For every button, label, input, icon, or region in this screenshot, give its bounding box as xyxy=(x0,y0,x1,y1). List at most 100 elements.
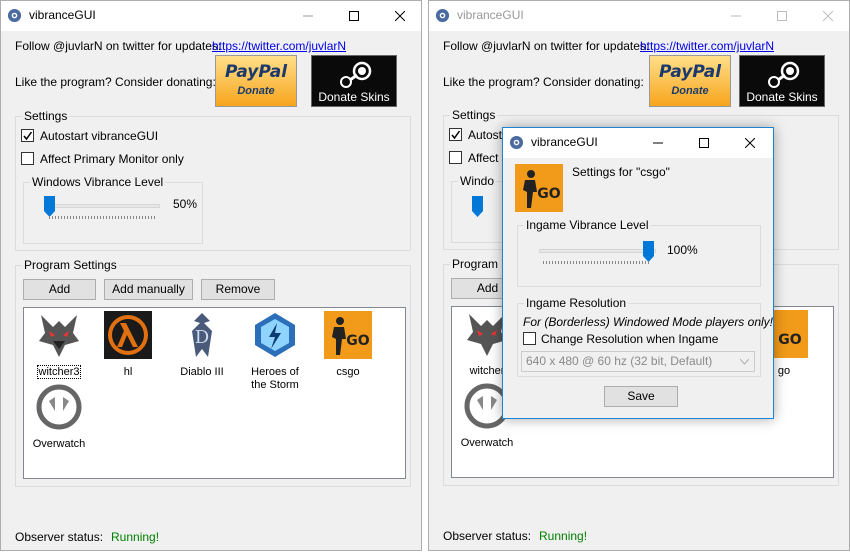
remove-button[interactable]: Remove xyxy=(201,279,275,300)
autostart-checkbox[interactable] xyxy=(449,128,462,141)
twitter-link[interactable]: https://twitter.com/juvlarN xyxy=(640,39,774,53)
csgo-icon: GO xyxy=(324,311,372,359)
add-button[interactable]: Add xyxy=(23,279,96,300)
ingame-vibrance-thumb[interactable] xyxy=(643,241,654,262)
program-name: hl xyxy=(123,366,133,378)
app-gear-icon xyxy=(509,135,524,150)
autostart-label: Autostart vibranceGUI xyxy=(40,129,159,143)
witcher-wolf-icon xyxy=(39,315,79,357)
maximize-button[interactable] xyxy=(331,1,377,31)
follow-text: Follow @juvlarN on twitter for updates: xyxy=(15,39,222,53)
close-button[interactable] xyxy=(377,1,423,31)
ingame-resolution-title: Ingame Resolution xyxy=(524,296,629,310)
maximize-icon xyxy=(699,138,709,148)
vibrance-value: 50% xyxy=(173,197,198,211)
minimize-icon xyxy=(653,142,663,144)
vibrance-slider-track[interactable] xyxy=(47,204,160,208)
maximize-icon xyxy=(349,11,359,21)
check-icon xyxy=(451,130,461,140)
program-list[interactable]: witcher3 hl D Diablo III Heroes of the S… xyxy=(23,307,406,479)
steam-logo-icon xyxy=(340,61,372,88)
donate-text: Like the program? Consider donating: xyxy=(15,75,216,89)
close-button[interactable] xyxy=(727,128,773,158)
settings-group-title: Settings xyxy=(450,108,498,122)
paypal-donate-label: Donate xyxy=(237,85,275,97)
vibrance-slider-thumb[interactable] xyxy=(472,196,483,217)
save-button[interactable]: Save xyxy=(604,386,678,407)
close-icon xyxy=(745,138,755,148)
app-gear-icon xyxy=(7,8,22,23)
svg-text:D: D xyxy=(195,327,209,348)
program-name: witcher3 xyxy=(36,365,82,379)
window-title: vibranceGUI xyxy=(29,8,96,22)
ingame-vibrance-title: Ingame Vibrance Level xyxy=(524,218,651,232)
steam-donate-button[interactable]: Donate Skins xyxy=(311,55,397,107)
main-window-left: vibranceGUI Follow @juvlarN on twitter f… xyxy=(0,0,422,551)
primary-monitor-label: Affect Primary Monitor only xyxy=(40,152,184,166)
vibrance-slider-ticks xyxy=(49,216,157,219)
minimize-button[interactable] xyxy=(635,128,681,158)
settings-group-title: Settings xyxy=(22,109,70,123)
overwatch-icon xyxy=(36,384,82,430)
autostart-checkbox[interactable] xyxy=(21,129,34,142)
minimize-button[interactable] xyxy=(285,1,331,31)
minimize-button[interactable] xyxy=(713,1,759,31)
vibrance-group-title: Windo xyxy=(458,174,497,188)
svg-text:GO: GO xyxy=(778,332,801,348)
list-item-overwatch[interactable]: Overwatch xyxy=(27,383,91,451)
program-name: Overwatch xyxy=(32,438,86,450)
half-life-lambda-icon xyxy=(104,311,152,359)
resolution-selected-value: 640 x 480 @ 60 hz (32 bit, Default) xyxy=(526,354,713,368)
heroes-of-the-storm-icon xyxy=(255,313,295,357)
program-name: Heroes of the Storm xyxy=(251,366,299,391)
ingame-vibrance-track[interactable] xyxy=(539,249,656,253)
primary-monitor-checkbox[interactable] xyxy=(449,151,462,164)
program-name: csgo xyxy=(336,366,360,378)
vibrance-slider-thumb[interactable] xyxy=(44,196,55,217)
observer-status-label: Observer status: xyxy=(443,529,532,543)
list-item-hl[interactable]: hl xyxy=(96,311,160,379)
close-icon xyxy=(395,11,405,21)
steam-donate-button[interactable]: Donate Skins xyxy=(739,55,825,107)
check-icon xyxy=(23,131,33,141)
settings-for-label: Settings for "csgo" xyxy=(572,165,670,179)
program-name: Overwatch xyxy=(460,437,514,449)
follow-text: Follow @juvlarN on twitter for updates: xyxy=(443,39,650,53)
minimize-icon xyxy=(731,15,741,17)
minimize-icon xyxy=(303,15,313,17)
dialog-title-bar[interactable]: vibranceGUI xyxy=(503,128,773,158)
paypal-donate-button[interactable]: PayPal Donate xyxy=(215,55,297,107)
list-item-witcher3[interactable]: witcher3 xyxy=(27,311,91,379)
windowed-mode-note: For (Borderless) Windowed Mode players o… xyxy=(523,315,773,329)
app-gear-icon xyxy=(435,8,450,23)
program-name: Diablo III xyxy=(180,366,224,378)
diablo-iii-icon: D xyxy=(192,313,212,357)
donate-text: Like the program? Consider donating: xyxy=(443,75,644,89)
steam-logo-icon xyxy=(768,61,800,88)
maximize-button[interactable] xyxy=(759,1,805,31)
title-bar[interactable]: vibranceGUI xyxy=(1,1,421,31)
title-bar[interactable]: vibranceGUI xyxy=(429,1,849,31)
observer-status-label: Observer status: xyxy=(15,530,104,544)
svg-text:GO: GO xyxy=(537,186,560,202)
program-settings-title: Program Settings xyxy=(22,258,119,272)
steam-donate-label: Donate Skins xyxy=(318,90,390,104)
resolution-select[interactable]: 640 x 480 @ 60 hz (32 bit, Default) xyxy=(521,351,755,372)
paypal-donate-button[interactable]: PayPal Donate xyxy=(649,55,731,107)
list-item-heroes[interactable]: Heroes of the Storm xyxy=(243,311,307,392)
paypal-donate-label: Donate xyxy=(671,85,709,97)
close-button[interactable] xyxy=(805,1,850,31)
svg-text:GO: GO xyxy=(346,333,369,349)
vibrance-group-title: Windows Vibrance Level xyxy=(30,175,166,189)
change-resolution-checkbox[interactable] xyxy=(523,332,536,345)
add-manually-button[interactable]: Add manually xyxy=(104,279,193,300)
twitter-link[interactable]: https://twitter.com/juvlarN xyxy=(212,39,346,53)
chevron-down-icon xyxy=(740,359,749,365)
paypal-word: PayPal xyxy=(658,62,722,82)
dialog-title: vibranceGUI xyxy=(531,135,598,149)
primary-monitor-checkbox[interactable] xyxy=(21,152,34,165)
list-item-csgo[interactable]: GO csgo xyxy=(316,311,380,379)
maximize-button[interactable] xyxy=(681,128,727,158)
ingame-vibrance-value: 100% xyxy=(667,243,698,257)
list-item-diablo3[interactable]: D Diablo III xyxy=(170,311,234,379)
